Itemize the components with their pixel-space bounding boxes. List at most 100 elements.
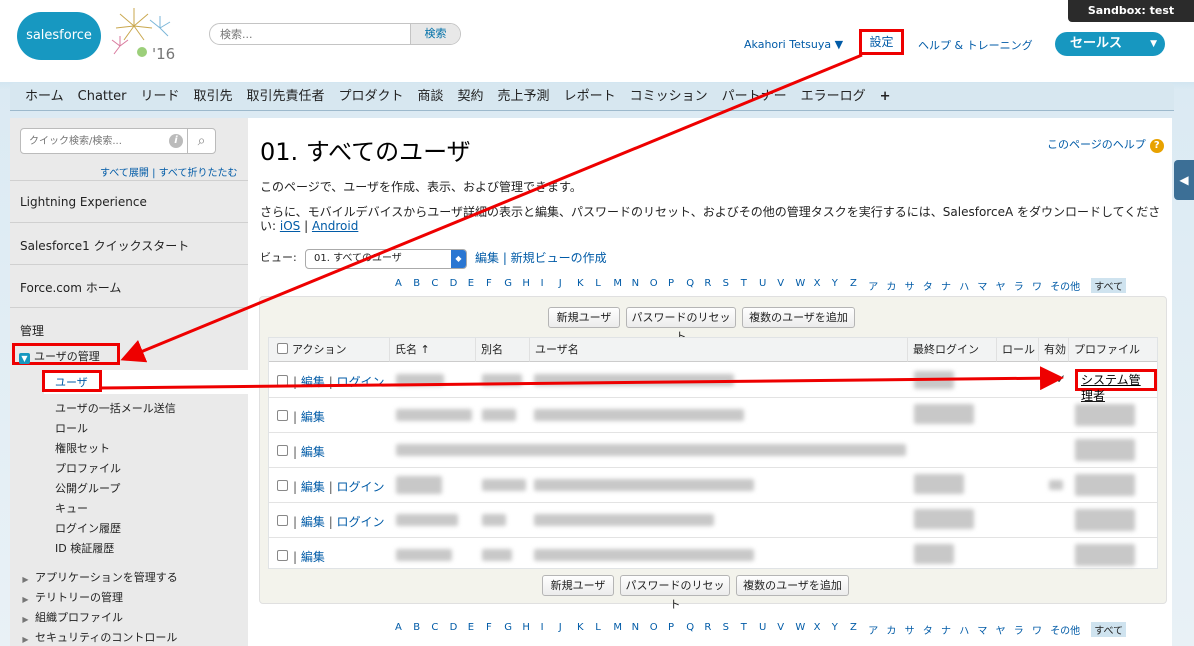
alpha-filter-item[interactable]: M [613, 622, 622, 633]
profile-link-system-admin[interactable]: システム管理者 [1075, 369, 1157, 403]
alpha-filter-item[interactable]: サ [905, 278, 915, 293]
alpha-filter-item[interactable]: F [486, 278, 492, 289]
alpha-filter-item[interactable]: Z [850, 278, 857, 289]
search-icon[interactable]: ⌕ [187, 129, 215, 153]
alpha-filter-item[interactable]: U [759, 622, 766, 633]
alpha-filter-item[interactable]: すべて [1091, 622, 1127, 637]
salesforce-logo[interactable]: salesforce [17, 12, 101, 60]
alpha-filter-item[interactable]: ア [868, 622, 878, 637]
alpha-filter-item[interactable]: その他 [1050, 278, 1080, 293]
sidebar-item-permission-sets[interactable]: 権限セット [55, 440, 110, 456]
tab-partners[interactable]: パートナー [715, 83, 794, 111]
tab-opportunities[interactable]: 商談 [411, 83, 451, 111]
alpha-filter-item[interactable]: D [450, 622, 458, 633]
alpha-filter-item[interactable]: Q [686, 622, 694, 633]
alpha-filter-item[interactable]: C [431, 622, 438, 633]
alpha-filter-item[interactable]: すべて [1091, 278, 1127, 293]
tab-contacts[interactable]: 取引先責任者 [239, 83, 331, 111]
sidebar-item-roles[interactable]: ロール [55, 420, 88, 436]
alpha-filter-item[interactable]: O [650, 622, 658, 633]
alpha-filter-item[interactable]: D [450, 278, 458, 289]
edit-link[interactable]: 編集 [301, 480, 325, 494]
alpha-filter-item[interactable]: O [650, 278, 658, 289]
sidebar-item-manage-apps[interactable]: ▶ アプリケーションを管理する [20, 569, 177, 585]
column-header-last-login[interactable]: 最終ログイン [908, 338, 997, 362]
alpha-filter-item[interactable]: J [559, 622, 562, 633]
alpha-filter-item[interactable]: Y [832, 622, 838, 633]
alpha-filter-item[interactable]: マ [977, 278, 987, 293]
tab-forecasts[interactable]: 売上予測 [491, 83, 557, 111]
info-icon[interactable]: i [169, 134, 183, 148]
login-link[interactable]: ログイン [337, 515, 385, 529]
expand-collapse-links[interactable]: すべて展開 | すべて折りたたむ [100, 164, 238, 179]
alpha-filter-item[interactable]: Z [850, 622, 857, 633]
alpha-filter-item[interactable]: U [759, 278, 766, 289]
alpha-filter-item[interactable]: マ [977, 622, 987, 637]
column-header-alias[interactable]: 別名 [476, 338, 530, 362]
alpha-filter-item[interactable]: W [795, 622, 805, 633]
sidebar-item-territories[interactable]: ▶ テリトリーの管理 [20, 589, 123, 605]
tab-reports[interactable]: レポート [557, 83, 623, 111]
alpha-filter-item[interactable]: A [395, 278, 402, 289]
alpha-filter-item[interactable]: ワ [1032, 622, 1042, 637]
row-checkbox[interactable] [277, 410, 288, 421]
sidebar-item-queues[interactable]: キュー [55, 500, 88, 516]
alpha-filter-item[interactable]: ア [868, 278, 878, 293]
alpha-filter-item[interactable]: ハ [959, 278, 969, 293]
alpha-filter-item[interactable]: I [541, 622, 544, 633]
alpha-filter-item[interactable]: ヤ [996, 622, 1006, 637]
tab-leads[interactable]: リード [133, 83, 186, 111]
alpha-filter-item[interactable]: N [632, 622, 639, 633]
alpha-filter-item[interactable]: ヤ [996, 278, 1006, 293]
alpha-filter-item[interactable]: カ [886, 622, 896, 637]
tab-error-log[interactable]: エラーログ [794, 83, 873, 111]
sidebar-item-profiles[interactable]: プロファイル [55, 460, 121, 476]
sidebar-item-mass-email[interactable]: ユーザの一括メール送信 [55, 400, 176, 416]
expand-panel-tab[interactable]: ◀ [1174, 160, 1194, 200]
new-user-button-bottom[interactable]: 新規ユーザ [542, 575, 614, 596]
tab-all-tabs-plus[interactable]: + [873, 83, 898, 111]
column-header-role[interactable]: ロール [997, 338, 1039, 362]
tab-commissions[interactable]: コミッション [623, 83, 715, 111]
user-menu[interactable]: Akahori Tetsuya ▼ [744, 38, 843, 51]
alpha-filter-item[interactable]: ラ [1014, 622, 1024, 637]
select-all-checkbox[interactable] [277, 343, 288, 354]
login-link[interactable]: ログイン [337, 375, 385, 389]
alpha-filter-item[interactable]: P [668, 278, 674, 289]
sidebar-item-security-controls[interactable]: ▶ セキュリティのコントロール [20, 629, 177, 645]
alpha-filter-item[interactable]: K [577, 278, 584, 289]
sidebar-item-login-history[interactable]: ログイン履歴 [55, 520, 121, 536]
edit-link[interactable]: 編集 [301, 550, 325, 564]
alpha-filter-item[interactable]: G [504, 622, 512, 633]
alpha-filter-item[interactable]: S [723, 622, 729, 633]
add-multiple-users-button[interactable]: 複数のユーザを追加 [742, 307, 855, 328]
sidebar-item-user-management[interactable]: ▼ ユーザの管理 [19, 348, 100, 364]
alpha-filter-item[interactable]: カ [886, 278, 896, 293]
alpha-filter-item[interactable]: V [777, 622, 784, 633]
alpha-filter-item[interactable]: E [468, 278, 474, 289]
sidebar-item-identity-verification[interactable]: ID 検証履歴 [55, 540, 114, 556]
reset-password-button-bottom[interactable]: パスワードのリセット [620, 575, 730, 611]
alpha-filter-item[interactable]: J [559, 278, 562, 289]
tab-contracts[interactable]: 契約 [451, 83, 491, 111]
alpha-filter-item[interactable]: S [723, 278, 729, 289]
tab-accounts[interactable]: 取引先 [186, 83, 239, 111]
alpha-filter-item[interactable]: P [668, 622, 674, 633]
row-checkbox[interactable] [277, 480, 288, 491]
alpha-filter-item[interactable]: サ [905, 622, 915, 637]
edit-link[interactable]: 編集 [301, 375, 325, 389]
alpha-filter-item[interactable]: ナ [941, 622, 951, 637]
alpha-filter-item[interactable]: V [777, 278, 784, 289]
alpha-filter-item[interactable]: W [795, 278, 805, 289]
alpha-filter-item[interactable]: X [814, 622, 821, 633]
new-user-button[interactable]: 新規ユーザ [548, 307, 620, 328]
login-link[interactable]: ログイン [337, 480, 385, 494]
alpha-filter-item[interactable]: X [814, 278, 821, 289]
column-header-action[interactable]: アクション [269, 338, 390, 362]
alpha-filter-item[interactable]: タ [923, 278, 933, 293]
alpha-filter-item[interactable]: R [704, 278, 711, 289]
tab-products[interactable]: プロダクト [332, 83, 411, 111]
sidebar-item-salesforce1[interactable]: Salesforce1 クイックスタート [10, 222, 248, 264]
alpha-filter-item[interactable]: F [486, 622, 492, 633]
reset-password-button[interactable]: パスワードのリセット [626, 307, 736, 343]
